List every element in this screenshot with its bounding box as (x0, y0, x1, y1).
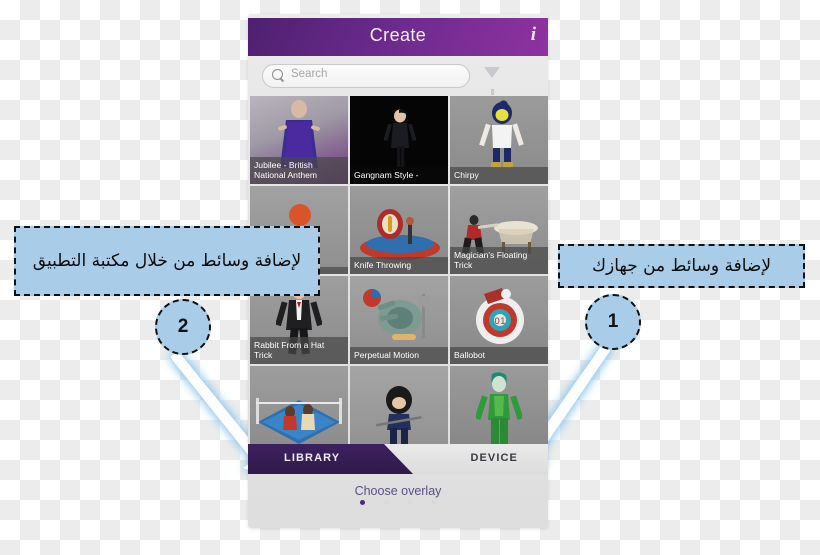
callout-library: لإضافة وسائط من خلال مكتبة التطبيق (14, 226, 320, 296)
grid-tile[interactable] (250, 366, 348, 454)
svg-text:01: 01 (494, 317, 505, 327)
grid-tile-label: Rabbit From a Hat Trick (250, 337, 348, 364)
search-row: Search (248, 60, 548, 95)
grid-tile[interactable]: Gangnam Style - (350, 96, 448, 184)
marker-1: 1 (585, 294, 641, 350)
filter-funnel-icon[interactable] (484, 67, 500, 95)
search-input[interactable]: Search (262, 64, 470, 88)
tab-device[interactable]: DEVICE (413, 444, 548, 474)
app-header: Create i (248, 18, 548, 56)
grid-tile[interactable]: Chirpy (450, 96, 548, 184)
grid-tile[interactable]: Magician's Floating Trick (450, 186, 548, 274)
grid-tile-label: Jubilee - British National Anthem (250, 157, 348, 184)
tab-device-label: DEVICE (470, 452, 518, 464)
grid-tile[interactable] (450, 366, 548, 454)
page-indicator-dots[interactable] (248, 492, 548, 510)
callout-device: لإضافة وسائط من جهازك (558, 244, 805, 288)
search-icon (272, 69, 283, 80)
page-dot[interactable] (407, 500, 413, 505)
grid-tile-label: Ballobot (450, 347, 548, 364)
bottom-tab-bar: LIBRARY DEVICE (248, 444, 548, 474)
marker-2: 2 (155, 299, 211, 355)
page-dot[interactable] (430, 500, 436, 505)
grid-tile-label: Knife Throwing (350, 257, 448, 274)
tab-library-label: LIBRARY (284, 452, 341, 464)
grid-tile-label: Chirpy (450, 167, 548, 184)
page-dot[interactable] (360, 500, 366, 505)
info-icon[interactable]: i (531, 24, 536, 46)
grid-tile[interactable]: Jubilee - British National Anthem (250, 96, 348, 184)
grid-tile-label: Gangnam Style - (350, 167, 448, 184)
page-dot[interactable] (383, 500, 389, 505)
grid-tile[interactable]: Knife Throwing (350, 186, 448, 274)
grid-tile-label: Perpetual Motion (350, 347, 448, 364)
tab-library[interactable]: LIBRARY (248, 444, 413, 474)
page-title: Create (369, 25, 427, 45)
grid-tile-label: Magician's Floating Trick (450, 247, 548, 274)
grid-tile[interactable]: Perpetual Motion (350, 276, 448, 364)
search-placeholder: Search (291, 68, 328, 80)
grid-tile[interactable] (350, 366, 448, 454)
grid-tile[interactable]: 01 Ballobot (450, 276, 548, 364)
